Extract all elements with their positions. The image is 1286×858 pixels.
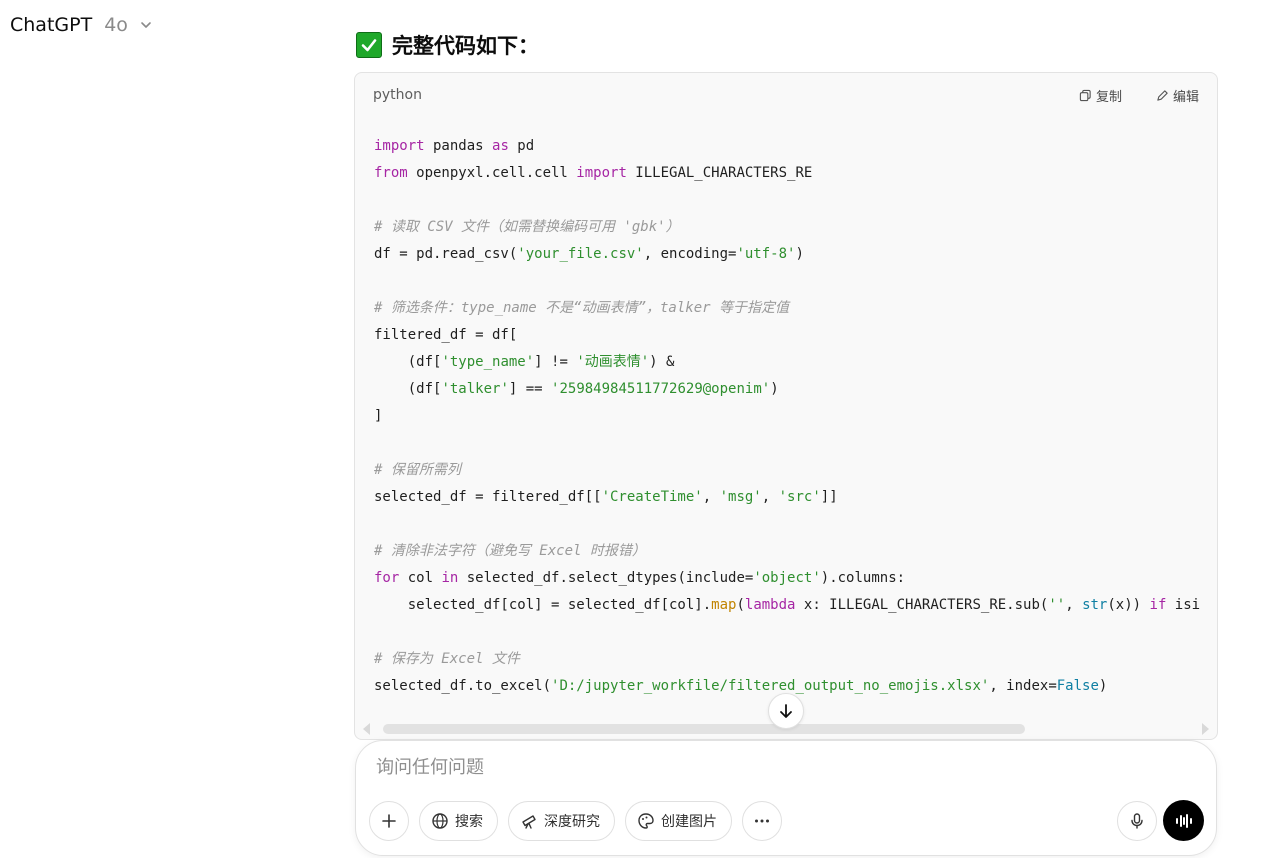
create-image-label: 创建图片: [661, 814, 717, 830]
code-line: (df['talker'] == '25984984511772629@open…: [374, 381, 779, 397]
copy-code-button[interactable]: 复制: [1079, 86, 1122, 105]
code-line: ]: [374, 408, 383, 424]
model-switcher[interactable]: ChatGPT 4o: [10, 14, 152, 36]
message-heading: 完整代码如下：: [356, 30, 539, 60]
plus-icon: [382, 814, 396, 828]
code-line: # 读取 CSV 文件（如需替换编码可用 'gbk'）: [374, 219, 680, 235]
ellipsis-icon: [755, 819, 769, 823]
heading-text: 完整代码如下：: [392, 34, 539, 58]
chevron-down-icon: [141, 22, 151, 28]
deep-research-button[interactable]: 深度研究: [508, 801, 615, 841]
more-tools-button[interactable]: [742, 801, 782, 841]
code-line: # 清除非法字符（避免写 Excel 时报错）: [374, 543, 646, 559]
code-line: selected_df[col] = selected_df[col].map(…: [374, 597, 1201, 613]
code-line: df = pd.read_csv('your_file.csv', encodi…: [374, 246, 804, 262]
globe-icon: [432, 813, 448, 829]
code-line: (df['type_name'] != '动画表情') &: [374, 354, 675, 370]
scroll-left-icon[interactable]: [363, 723, 370, 735]
deep-research-label: 深度研究: [544, 814, 600, 830]
search-button[interactable]: 搜索: [419, 801, 498, 841]
code-line: for col in selected_df.select_dtypes(inc…: [374, 570, 906, 586]
arrow-down-icon: [780, 704, 792, 718]
code-line: import pandas as pd: [374, 138, 535, 154]
code-line: # 保留所需列: [374, 462, 461, 478]
scroll-right-icon[interactable]: [1202, 723, 1209, 735]
code-language-label: python: [373, 87, 422, 103]
scrollbar-thumb[interactable]: [383, 724, 1025, 734]
microphone-icon: [1131, 813, 1143, 829]
code-header: python 复制 编辑: [355, 73, 1217, 117]
voice-waveform-icon: [1175, 813, 1192, 828]
search-label: 搜索: [455, 814, 483, 830]
palette-icon: [638, 813, 654, 829]
edit-code-button[interactable]: 编辑: [1156, 86, 1199, 105]
code-line: selected_df = filtered_df[['CreateTime',…: [374, 489, 838, 505]
copy-label: 复制: [1095, 89, 1122, 105]
code-line: # 保存为 Excel 文件: [374, 651, 520, 667]
add-attachment-button[interactable]: [369, 801, 409, 841]
telescope-icon: [522, 815, 536, 829]
message-composer: 搜索 深度研究 创建图片: [355, 740, 1217, 856]
copy-icon: [1079, 89, 1091, 101]
edit-label: 编辑: [1172, 89, 1199, 105]
model-version: 4o: [104, 14, 128, 36]
create-image-button[interactable]: 创建图片: [625, 801, 732, 841]
code-line: filtered_df = df[: [374, 327, 518, 343]
code-block: python 复制 编辑 import pandas as pd from ope…: [354, 72, 1218, 740]
prompt-input[interactable]: [376, 757, 1076, 778]
code-content: import pandas as pd from openpyxl.cell.ce…: [374, 133, 1216, 700]
voice-mode-button[interactable]: [1163, 800, 1204, 841]
code-line: # 筛选条件：type_name 不是“动画表情”，talker 等于指定值: [374, 300, 790, 316]
scroll-to-bottom-button[interactable]: [768, 693, 804, 729]
code-line: from openpyxl.cell.cell import ILLEGAL_C…: [374, 165, 813, 181]
pencil-icon: [1157, 89, 1168, 101]
model-name: ChatGPT: [10, 14, 93, 36]
check-mark-button-icon: [356, 32, 382, 58]
dictate-button[interactable]: [1117, 801, 1157, 841]
